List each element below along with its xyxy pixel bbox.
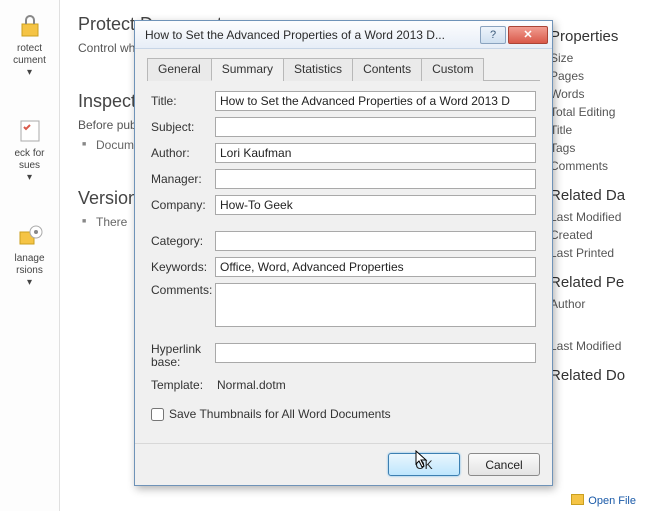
related-docs-header: Related Do — [550, 367, 644, 384]
label-hyperlink: Hyperlink base: — [151, 343, 215, 369]
properties-dialog: How to Set the Advanced Properties of a … — [134, 20, 553, 486]
prop-author: Author — [550, 297, 644, 311]
prop-words: Words — [550, 87, 644, 101]
subject-input[interactable] — [215, 117, 536, 137]
checklist-icon — [16, 117, 44, 145]
check-issues-button[interactable]: eck forsues▾ — [2, 113, 57, 188]
prop-last-modified-by: Last Modified — [550, 339, 644, 353]
label-subject: Subject: — [151, 120, 215, 134]
prop-comments: Comments — [550, 159, 644, 173]
prop-tags: Tags — [550, 141, 644, 155]
tab-general[interactable]: General — [147, 58, 212, 81]
ribbon-sidebar: rotectcument▾ eck forsues▾ lanagersions▾ — [0, 0, 60, 511]
prop-total-editing: Total Editing — [550, 105, 644, 119]
label-keywords: Keywords: — [151, 260, 215, 274]
label-author: Author: — [151, 146, 215, 160]
author-input[interactable] — [215, 143, 536, 163]
hyperlink-input[interactable] — [215, 343, 536, 363]
ok-button[interactable]: OK — [388, 453, 460, 476]
save-thumbnails-checkbox[interactable] — [151, 408, 164, 421]
related-people-header: Related Pe — [550, 274, 644, 291]
comments-input[interactable] — [215, 283, 536, 327]
label-title: Title: — [151, 94, 215, 108]
protect-document-button[interactable]: rotectcument▾ — [2, 8, 57, 83]
prop-last-modified: Last Modified — [550, 210, 644, 224]
tab-contents[interactable]: Contents — [352, 58, 422, 81]
category-input[interactable] — [215, 231, 536, 251]
open-file-location-link[interactable]: Open File — [571, 494, 636, 507]
prop-size: Size — [550, 51, 644, 65]
prop-created: Created — [550, 228, 644, 242]
dialog-tabs: General Summary Statistics Contents Cust… — [147, 57, 540, 81]
label-template: Template: — [151, 378, 215, 392]
prop-pages: Pages — [550, 69, 644, 83]
save-thumbnails-label: Save Thumbnails for All Word Documents — [169, 407, 391, 421]
manager-input[interactable] — [215, 169, 536, 189]
properties-panel: Properties Size Pages Words Total Editin… — [550, 0, 650, 511]
dialog-titlebar[interactable]: How to Set the Advanced Properties of a … — [135, 21, 552, 49]
versions-icon — [16, 222, 44, 250]
related-dates-header: Related Da — [550, 187, 644, 204]
help-button[interactable]: ? — [480, 26, 506, 44]
keywords-input[interactable] — [215, 257, 536, 277]
prop-title: Title — [550, 123, 644, 137]
tab-custom[interactable]: Custom — [421, 58, 484, 81]
label-company: Company: — [151, 198, 215, 212]
company-input[interactable] — [215, 195, 536, 215]
title-input[interactable] — [215, 91, 536, 111]
prop-last-printed: Last Printed — [550, 246, 644, 260]
tab-summary[interactable]: Summary — [211, 58, 284, 81]
label-manager: Manager: — [151, 172, 215, 186]
tab-statistics[interactable]: Statistics — [283, 58, 353, 81]
properties-header: Properties — [550, 28, 644, 45]
cancel-button[interactable]: Cancel — [468, 453, 540, 476]
label-category: Category: — [151, 234, 215, 248]
dialog-title: How to Set the Advanced Properties of a … — [145, 28, 478, 42]
lock-icon — [16, 12, 44, 40]
label-comments: Comments: — [151, 283, 215, 297]
close-button[interactable]: ✕ — [508, 26, 548, 44]
manage-versions-button[interactable]: lanagersions▾ — [2, 218, 57, 293]
template-value: Normal.dotm — [215, 378, 286, 392]
